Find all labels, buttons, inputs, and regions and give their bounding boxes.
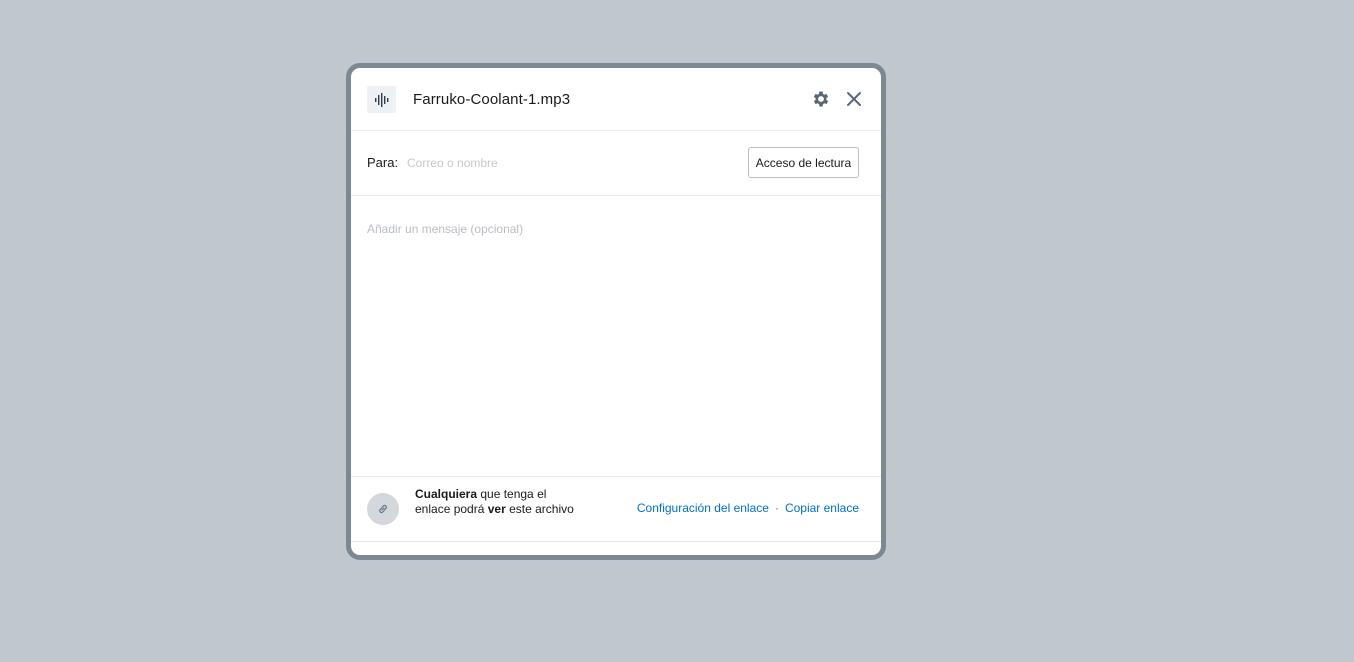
dialog-header: Farruko-Coolant-1.mp3 bbox=[351, 68, 881, 131]
recipients-input[interactable] bbox=[405, 149, 739, 177]
recipients-row: Para: Acceso de lectura bbox=[351, 131, 881, 196]
permission-who: Cualquiera bbox=[415, 487, 478, 501]
link-separator: · bbox=[774, 501, 779, 515]
message-input[interactable] bbox=[367, 222, 863, 462]
link-icon bbox=[367, 493, 399, 525]
access-level-button[interactable]: Acceso de lectura bbox=[748, 147, 859, 178]
file-name-title: Farruko-Coolant-1.mp3 bbox=[413, 91, 571, 108]
link-settings-link[interactable]: Configuración del enlace bbox=[637, 501, 769, 515]
message-area bbox=[351, 196, 881, 476]
link-share-footer: Cualquiera que tenga el enlace podrá ver… bbox=[351, 476, 881, 542]
close-icon[interactable] bbox=[845, 90, 863, 108]
copy-link-link[interactable]: Copiar enlace bbox=[785, 501, 859, 515]
permission-level: ver bbox=[487, 502, 506, 516]
audio-waveform-icon bbox=[367, 86, 396, 113]
share-dialog: Farruko-Coolant-1.mp3 Para: Acceso de le… bbox=[346, 63, 886, 560]
to-label: Para: bbox=[367, 155, 399, 170]
link-actions: Configuración del enlace · Copiar enlace bbox=[637, 501, 859, 515]
permission-text-2: este archivo bbox=[505, 502, 574, 516]
gear-icon[interactable] bbox=[811, 89, 831, 109]
link-permission-text: Cualquiera que tenga el enlace podrá ver… bbox=[415, 487, 575, 517]
